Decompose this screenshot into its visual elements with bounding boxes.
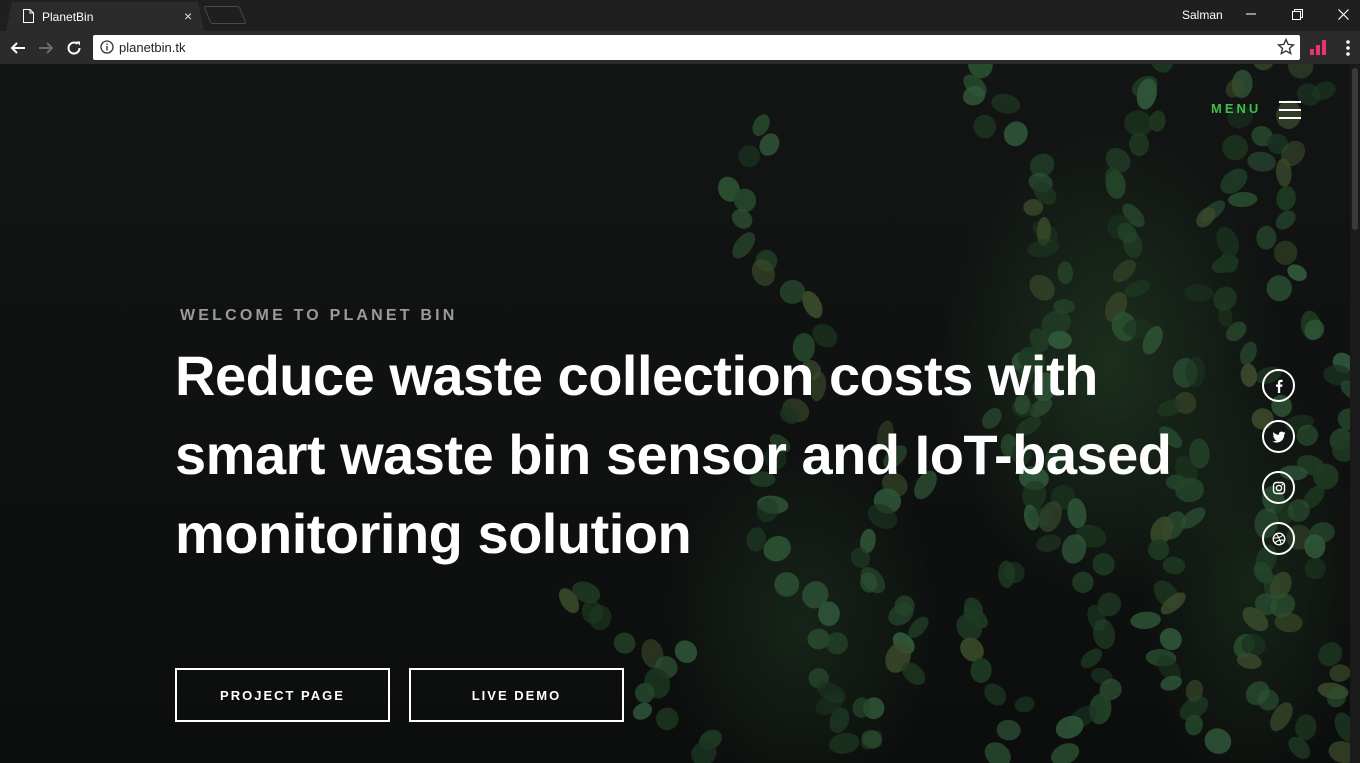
close-window-button[interactable] (1320, 0, 1360, 28)
twitter-icon (1271, 431, 1285, 443)
project-page-button[interactable]: PROJECT PAGE (175, 668, 390, 722)
profile-name[interactable]: Salman (1182, 8, 1223, 22)
browser-tab[interactable]: PlanetBin × (6, 2, 204, 31)
facebook-button[interactable] (1262, 369, 1295, 402)
browser-titlebar: PlanetBin × Salman (0, 0, 1360, 31)
scrollbar-thumb[interactable] (1352, 68, 1358, 230)
twitter-button[interactable] (1262, 420, 1295, 453)
restore-icon (1291, 8, 1303, 20)
dribbble-icon (1272, 532, 1285, 545)
hero-headline: Reduce waste collection costs with smart… (175, 344, 1172, 565)
browser-menu-icon[interactable] (1338, 38, 1358, 58)
dribbble-button[interactable] (1262, 522, 1295, 555)
tab-title: PlanetBin (42, 10, 94, 24)
tab-close-icon[interactable]: × (184, 8, 192, 24)
extension-icon[interactable] (1309, 38, 1327, 56)
instagram-icon (1272, 481, 1285, 494)
close-icon (1337, 8, 1349, 20)
live-demo-button[interactable]: LIVE DEMO (409, 668, 624, 722)
reload-icon (67, 41, 81, 55)
hero-section: MENU WELCOME TO PLANET BIN Reduce waste … (0, 64, 1360, 763)
hamburger-menu-icon[interactable] (1279, 99, 1301, 121)
forward-button[interactable] (34, 36, 58, 60)
minimize-button[interactable] (1228, 0, 1274, 28)
page-scrollbar[interactable] (1350, 64, 1360, 763)
instagram-button[interactable] (1262, 471, 1295, 504)
menu-label[interactable]: MENU (1211, 101, 1261, 116)
minimize-icon (1246, 13, 1256, 15)
url-text[interactable]: planetbin.tk (119, 40, 186, 55)
welcome-subtitle: WELCOME TO PLANET BIN (180, 307, 458, 324)
info-icon[interactable] (100, 40, 114, 54)
browser-toolbar: planetbin.tk (0, 31, 1360, 64)
address-bar[interactable]: planetbin.tk (93, 35, 1300, 60)
new-tab-button[interactable] (203, 6, 247, 24)
back-button[interactable] (6, 36, 30, 60)
arrow-right-icon (39, 42, 54, 54)
page-icon (23, 9, 34, 23)
bookmark-star-icon[interactable] (1277, 38, 1295, 56)
facebook-icon (1275, 379, 1283, 393)
restore-button[interactable] (1274, 0, 1320, 28)
reload-button[interactable] (62, 36, 86, 60)
arrow-left-icon (10, 42, 25, 54)
